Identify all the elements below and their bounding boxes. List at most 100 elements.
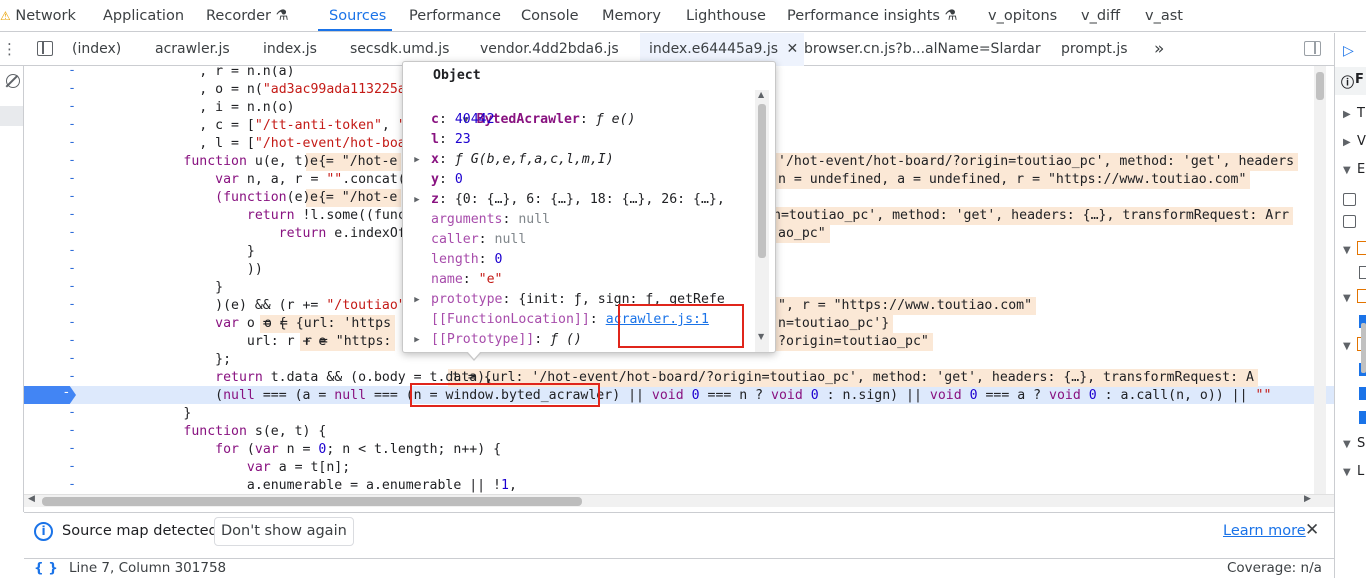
section-arrow-icon[interactable]: ▶ <box>1343 109 1351 120</box>
property-row[interactable]: name: "e" <box>431 270 502 290</box>
scroll-down-icon[interactable]: ▼ <box>758 332 764 341</box>
property-row[interactable]: y: 0 <box>431 170 463 190</box>
gutter-dash[interactable]: - <box>24 117 76 132</box>
collapsed-arrow-icon[interactable]: ▶ <box>403 190 431 210</box>
checkbox[interactable] <box>1343 215 1356 228</box>
tab-application[interactable]: Application <box>103 0 184 32</box>
code-line: , l = ["/hot-event/hot-board/" <box>104 136 438 151</box>
gutter-dash[interactable]: - <box>24 243 76 258</box>
checkbox-checked[interactable] <box>1359 411 1366 424</box>
property-row[interactable]: length: 0 <box>431 250 502 270</box>
popover-root-row[interactable]: ▼ BytedAcrawler: ƒ e() <box>415 90 636 127</box>
gutter-dash[interactable]: - <box>24 189 76 204</box>
tab-network[interactable]: ⚠ Network <box>0 0 76 32</box>
tab-recorder[interactable]: Recorder ⚗ <box>206 0 289 32</box>
gutter-dash[interactable]: - <box>24 441 76 456</box>
file-tab-browser-cn[interactable]: browser.cn.js?b...alName=Slardar <box>804 33 1041 66</box>
collapsed-arrow-icon[interactable]: ▶ <box>403 330 431 350</box>
tab-v-opitons[interactable]: v_opitons <box>988 0 1057 32</box>
section-arrow-icon[interactable]: ▶ <box>1343 137 1351 148</box>
file-tab-acrawler[interactable]: acrawler.js <box>155 33 230 66</box>
close-icon[interactable]: ✕ <box>1305 520 1319 540</box>
gutter-dash[interactable]: - <box>24 171 76 186</box>
inline-value: n = undefined, a = undefined, r = "https… <box>774 171 1251 189</box>
gutter-dash[interactable]: - <box>24 207 76 222</box>
tab-console[interactable]: Console <box>521 0 579 32</box>
property-row[interactable]: ▶ z: {0: {…}, 6: {…}, 18: {…}, 26: {…}, <box>414 190 725 210</box>
scrollbar[interactable] <box>1361 323 1366 373</box>
file-tab-index-js[interactable]: index.js <box>263 33 317 66</box>
scroll-right-icon[interactable]: ▶ <box>1304 494 1311 504</box>
gutter-dash[interactable]: - <box>24 459 76 474</box>
toggle-navigator-icon[interactable] <box>37 41 53 56</box>
checkbox-checked[interactable] <box>1359 387 1366 400</box>
checkbox[interactable] <box>1359 266 1366 279</box>
scroll-up-icon[interactable]: ▲ <box>758 90 764 99</box>
collapsed-arrow-icon[interactable]: ▶ <box>403 150 431 170</box>
kebab-menu-icon[interactable]: ⋮ <box>2 40 17 58</box>
tab-v-ast[interactable]: v_ast <box>1145 0 1183 32</box>
tab-performance[interactable]: Performance <box>409 0 501 32</box>
gutter-dash[interactable]: - <box>24 279 76 294</box>
gutter-dash[interactable]: - <box>24 153 76 168</box>
property-value: 0 <box>494 252 503 267</box>
section-arrow-icon[interactable]: ▼ <box>1343 165 1351 176</box>
collapsed-arrow-icon[interactable]: ▶ <box>403 290 431 310</box>
section-arrow-icon[interactable]: ▼ <box>1343 439 1351 450</box>
scrollbar-thumb[interactable] <box>1316 72 1324 100</box>
property-row[interactable]: ▶ x: ƒ G(b,e,f,a,c,l,m,I) <box>414 150 613 170</box>
gutter-dash[interactable]: - <box>24 135 76 150</box>
scroll-left-icon[interactable]: ◀ <box>28 494 35 504</box>
scrollbar-thumb[interactable] <box>758 104 766 258</box>
gutter-dash[interactable]: - <box>24 225 76 240</box>
code-token: a.enumerable = a.enumerable || ! <box>246 478 501 493</box>
file-tab-prompt[interactable]: prompt.js <box>1061 33 1128 66</box>
gutter-dash[interactable]: - <box>24 351 76 366</box>
no-entry-icon[interactable] <box>5 74 20 88</box>
property-row[interactable]: l: 23 <box>431 130 471 150</box>
section-arrow-icon[interactable]: ▼ <box>1343 341 1351 352</box>
section-arrow-icon[interactable]: ▼ <box>1343 293 1351 304</box>
property-row[interactable]: ▶ [[Prototype]]: ƒ () <box>414 330 582 350</box>
toggle-debugger-icon[interactable] <box>1304 41 1321 56</box>
section-arrow-icon[interactable]: ▼ <box>1343 245 1351 256</box>
gutter-dash[interactable]: - <box>24 99 76 114</box>
gutter-dash[interactable]: - <box>24 297 76 312</box>
property-row[interactable]: arguments: null <box>431 210 550 230</box>
gutter-dash[interactable]: - <box>24 261 76 276</box>
gutter-dash[interactable]: - <box>24 477 76 492</box>
scrollbar-thumb[interactable] <box>42 497 582 506</box>
dont-show-again-button[interactable]: Don't show again <box>214 517 354 546</box>
code-token: i <box>215 100 224 115</box>
learn-more-link[interactable]: Learn more <box>1223 523 1306 539</box>
property-row[interactable]: c: 40442 <box>431 110 495 130</box>
gutter-dash[interactable]: - <box>24 333 76 348</box>
gutter-dash[interactable]: - <box>24 81 76 96</box>
tab-performance-insights[interactable]: Performance insights ⚗ <box>787 0 958 32</box>
resume-icon[interactable]: ▷ <box>1343 43 1354 59</box>
more-tabs-icon[interactable]: » <box>1154 33 1164 66</box>
tab-memory[interactable]: Memory <box>602 0 661 32</box>
horizontal-scrollbar[interactable]: ◀ ▶ <box>24 494 1334 507</box>
code-line: (null === (a = null === (n = window.byte… <box>104 387 1271 405</box>
tab-v-diff[interactable]: v_diff <box>1081 0 1120 32</box>
property-row[interactable]: caller: null <box>431 230 526 250</box>
gutter-dash[interactable]: - <box>24 369 76 384</box>
tab-sources[interactable]: Sources <box>329 0 386 32</box>
file-tab-index[interactable]: (index) <box>72 33 121 66</box>
gutter-dash[interactable]: - <box>24 315 76 330</box>
checkbox[interactable] <box>1343 193 1356 206</box>
property-value: 0 <box>454 172 463 187</box>
section-label: T <box>1357 106 1365 121</box>
tab-lighthouse[interactable]: Lighthouse <box>686 0 766 32</box>
popover-scrollbar[interactable]: ▲ ▼ <box>755 90 769 352</box>
pretty-print-icon[interactable]: { } <box>34 560 58 576</box>
code-token: 1 <box>501 478 509 493</box>
section-arrow-icon[interactable]: ▼ <box>1343 467 1351 478</box>
vertical-scrollbar[interactable] <box>1314 66 1326 494</box>
gutter-dash[interactable]: - <box>24 66 76 78</box>
gutter-dash[interactable]: - <box>24 405 76 420</box>
close-tab-icon[interactable]: ✕ <box>786 41 798 57</box>
gutter-dash[interactable]: - <box>24 423 76 438</box>
code-token: call(n, o)) <box>1136 388 1232 403</box>
